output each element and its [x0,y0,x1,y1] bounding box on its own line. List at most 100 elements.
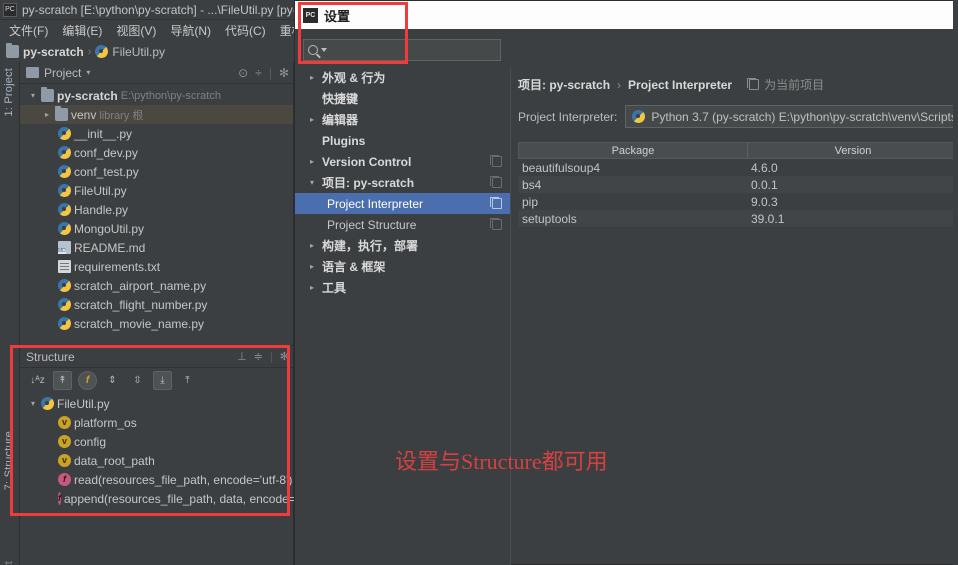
chevron-down-icon[interactable]: ▾ [28,91,38,100]
target-icon[interactable]: ⊙ [238,66,248,80]
copy-settings-icon[interactable] [490,155,502,167]
settings-search-box[interactable] [303,39,501,61]
show-inherited-icon[interactable]: ↟ [53,370,72,390]
table-row[interactable]: beautifulsoup4 4.6.0 [518,159,958,176]
table-row[interactable]: pip 9.0.3 [518,193,958,210]
tree-item-label: requirements.txt [74,259,161,274]
settings-item-appearance-behavior[interactable]: ▸ 外观 & 行为 [295,67,510,88]
autoscroll-to-source-icon[interactable]: ⤓ [153,370,172,390]
sidebar-item-project[interactable]: 1: Project [0,64,20,120]
python-file-icon [58,127,71,140]
chevron-right-icon[interactable]: ▸ [307,262,317,271]
menu-item-code[interactable]: 代码(C) [218,20,273,41]
table-row[interactable]: bs4 0.0.1 [518,176,958,193]
settings-item-project-structure[interactable]: Project Structure [295,214,510,235]
folder-icon [41,87,54,102]
collapse-all-icon[interactable]: ÷ [255,66,262,80]
tree-item-fileutil-py[interactable]: FileUtil.py [20,181,293,200]
tree-item-conf-test-py[interactable]: conf_test.py [20,162,293,181]
python-interpreter-icon [632,110,646,123]
chevron-down-icon[interactable]: ▾ [86,68,90,77]
python-file-icon [58,146,71,159]
sidebar-item-structure[interactable]: 7: Structure [0,427,20,494]
tree-item-scratch-airport-name-py[interactable]: scratch_airport_name.py [20,276,293,295]
table-row[interactable]: setuptools 39.0.1 [518,210,958,227]
breadcrumb-file[interactable]: FileUtil.py [95,45,165,59]
settings-content-pane: 项目: py-scratch › Project Interpreter 为当前… [512,67,958,565]
tree-item-scratch-flight-number-py[interactable]: scratch_flight_number.py [20,295,293,314]
tree-item-handle-py[interactable]: Handle.py [20,200,293,219]
structure-item-platform-os[interactable]: v platform_os [20,413,293,432]
copy-settings-icon[interactable] [490,197,502,209]
project-interpreter-select[interactable]: Python 3.7 (py-scratch) E:\python\py-scr… [625,105,958,128]
copy-settings-icon[interactable] [490,176,502,188]
text-file-icon [58,260,71,273]
pycharm-icon: PC [3,2,17,17]
collapse-all-icon[interactable]: ≑ [254,350,263,363]
settings-item-tools[interactable]: ▸ 工具 [295,277,510,298]
structure-item-append[interactable]: f append(resources_file_path, data, enco… [20,489,296,508]
column-header-version[interactable]: Version [748,143,958,158]
tree-item-readme-md[interactable]: README.md [20,238,293,257]
project-tool-window: Project ▾ ⊙ ÷ | ✻ ▾ py-scratch E:\python… [20,62,294,345]
project-panel-header: Project ▾ ⊙ ÷ | ✻ [20,62,293,84]
gear-icon[interactable]: ✻ [280,350,289,363]
expand-all-icon[interactable]: ⇕ [103,371,122,390]
structure-item-config[interactable]: v config [20,432,293,451]
structure-item-label: config [74,434,107,449]
structure-panel-title: Structure [26,349,75,364]
structure-item-fileutil-py[interactable]: ▾ FileUtil.py [20,394,293,413]
annotation-text: 设置与Structure都可用 [395,449,608,474]
tree-item-conf-dev-py[interactable]: conf_dev.py [20,143,293,162]
function-icon: f [58,473,71,486]
settings-breadcrumb-page: Project Interpreter [628,77,733,92]
breadcrumb-separator: › [87,45,92,58]
tree-item-requirements-txt[interactable]: requirements.txt [20,257,293,276]
chevron-right-icon[interactable]: ▸ [307,283,317,292]
tree-item-label: py-scratch [57,88,118,103]
cell-version: 0.0.1 [751,177,778,192]
structure-item-data-root-path[interactable]: v data_root_path [20,451,293,470]
python-file-icon [58,279,71,292]
tree-item-venv[interactable]: ▸ venv library 根 [20,105,293,124]
tree-item-scratch-movie-name-py[interactable]: scratch_movie_name.py [20,314,293,333]
menu-item-view[interactable]: 视图(V) [109,20,163,41]
settings-item-project[interactable]: ▾ 项目: py-scratch [295,172,510,193]
tree-item-py-scratch[interactable]: ▾ py-scratch E:\python\py-scratch [20,86,293,105]
collapse-all-icon[interactable]: ⇳ [128,371,147,390]
tree-item-mongoutil-py[interactable]: MongoUtil.py [20,219,293,238]
menu-item-file[interactable]: 文件(F) [2,20,55,41]
sort-alphabetically-icon[interactable]: ↓ᴬz [28,371,47,390]
structure-item-read[interactable]: f read(resources_file_path, encode='utf-… [20,470,293,489]
window-scrollbar[interactable] [953,0,958,565]
copy-settings-icon[interactable] [490,218,502,230]
settings-item-languages-frameworks[interactable]: ▸ 语言 & 框架 [295,256,510,277]
gear-icon[interactable]: ✻ [279,66,289,80]
chevron-right-icon[interactable]: ▸ [307,157,317,166]
show-fields-icon[interactable]: f [78,370,97,390]
autoscroll-from-source-icon[interactable]: ⤒ [178,371,197,390]
column-header-package[interactable]: Package [519,143,748,158]
tree-item-init-py[interactable]: __init__.py [20,124,293,143]
chevron-down-icon[interactable] [321,48,327,52]
search-input[interactable] [330,43,480,57]
settings-item-project-interpreter[interactable]: Project Interpreter [295,193,510,214]
menu-item-navigate[interactable]: 导航(N) [163,20,218,41]
breadcrumb-project[interactable]: py-scratch [6,43,84,59]
sidebar-item-palette[interactable]: Palett [0,557,20,565]
settings-item-version-control[interactable]: ▸ Version Control [295,151,510,172]
chevron-right-icon[interactable]: ▸ [307,115,317,124]
chevron-right-icon[interactable]: ▸ [307,73,317,82]
settings-item-plugins[interactable]: Plugins [295,130,510,151]
settings-item-build-execution-deployment[interactable]: ▸ 构建，执行，部署 [295,235,510,256]
chevron-right-icon[interactable]: ▸ [307,241,317,250]
menu-item-edit[interactable]: 编辑(E) [55,20,109,41]
tree-item-label: conf_test.py [74,164,139,179]
settings-item-editor[interactable]: ▸ 编辑器 [295,109,510,130]
settings-item-keymap[interactable]: 快捷键 [295,88,510,109]
chevron-down-icon[interactable]: ▾ [307,178,317,187]
expand-all-icon[interactable]: ⊥ [237,350,247,363]
project-scope-icon [747,78,760,90]
chevron-down-icon[interactable]: ▾ [28,399,38,408]
chevron-right-icon[interactable]: ▸ [42,110,52,119]
